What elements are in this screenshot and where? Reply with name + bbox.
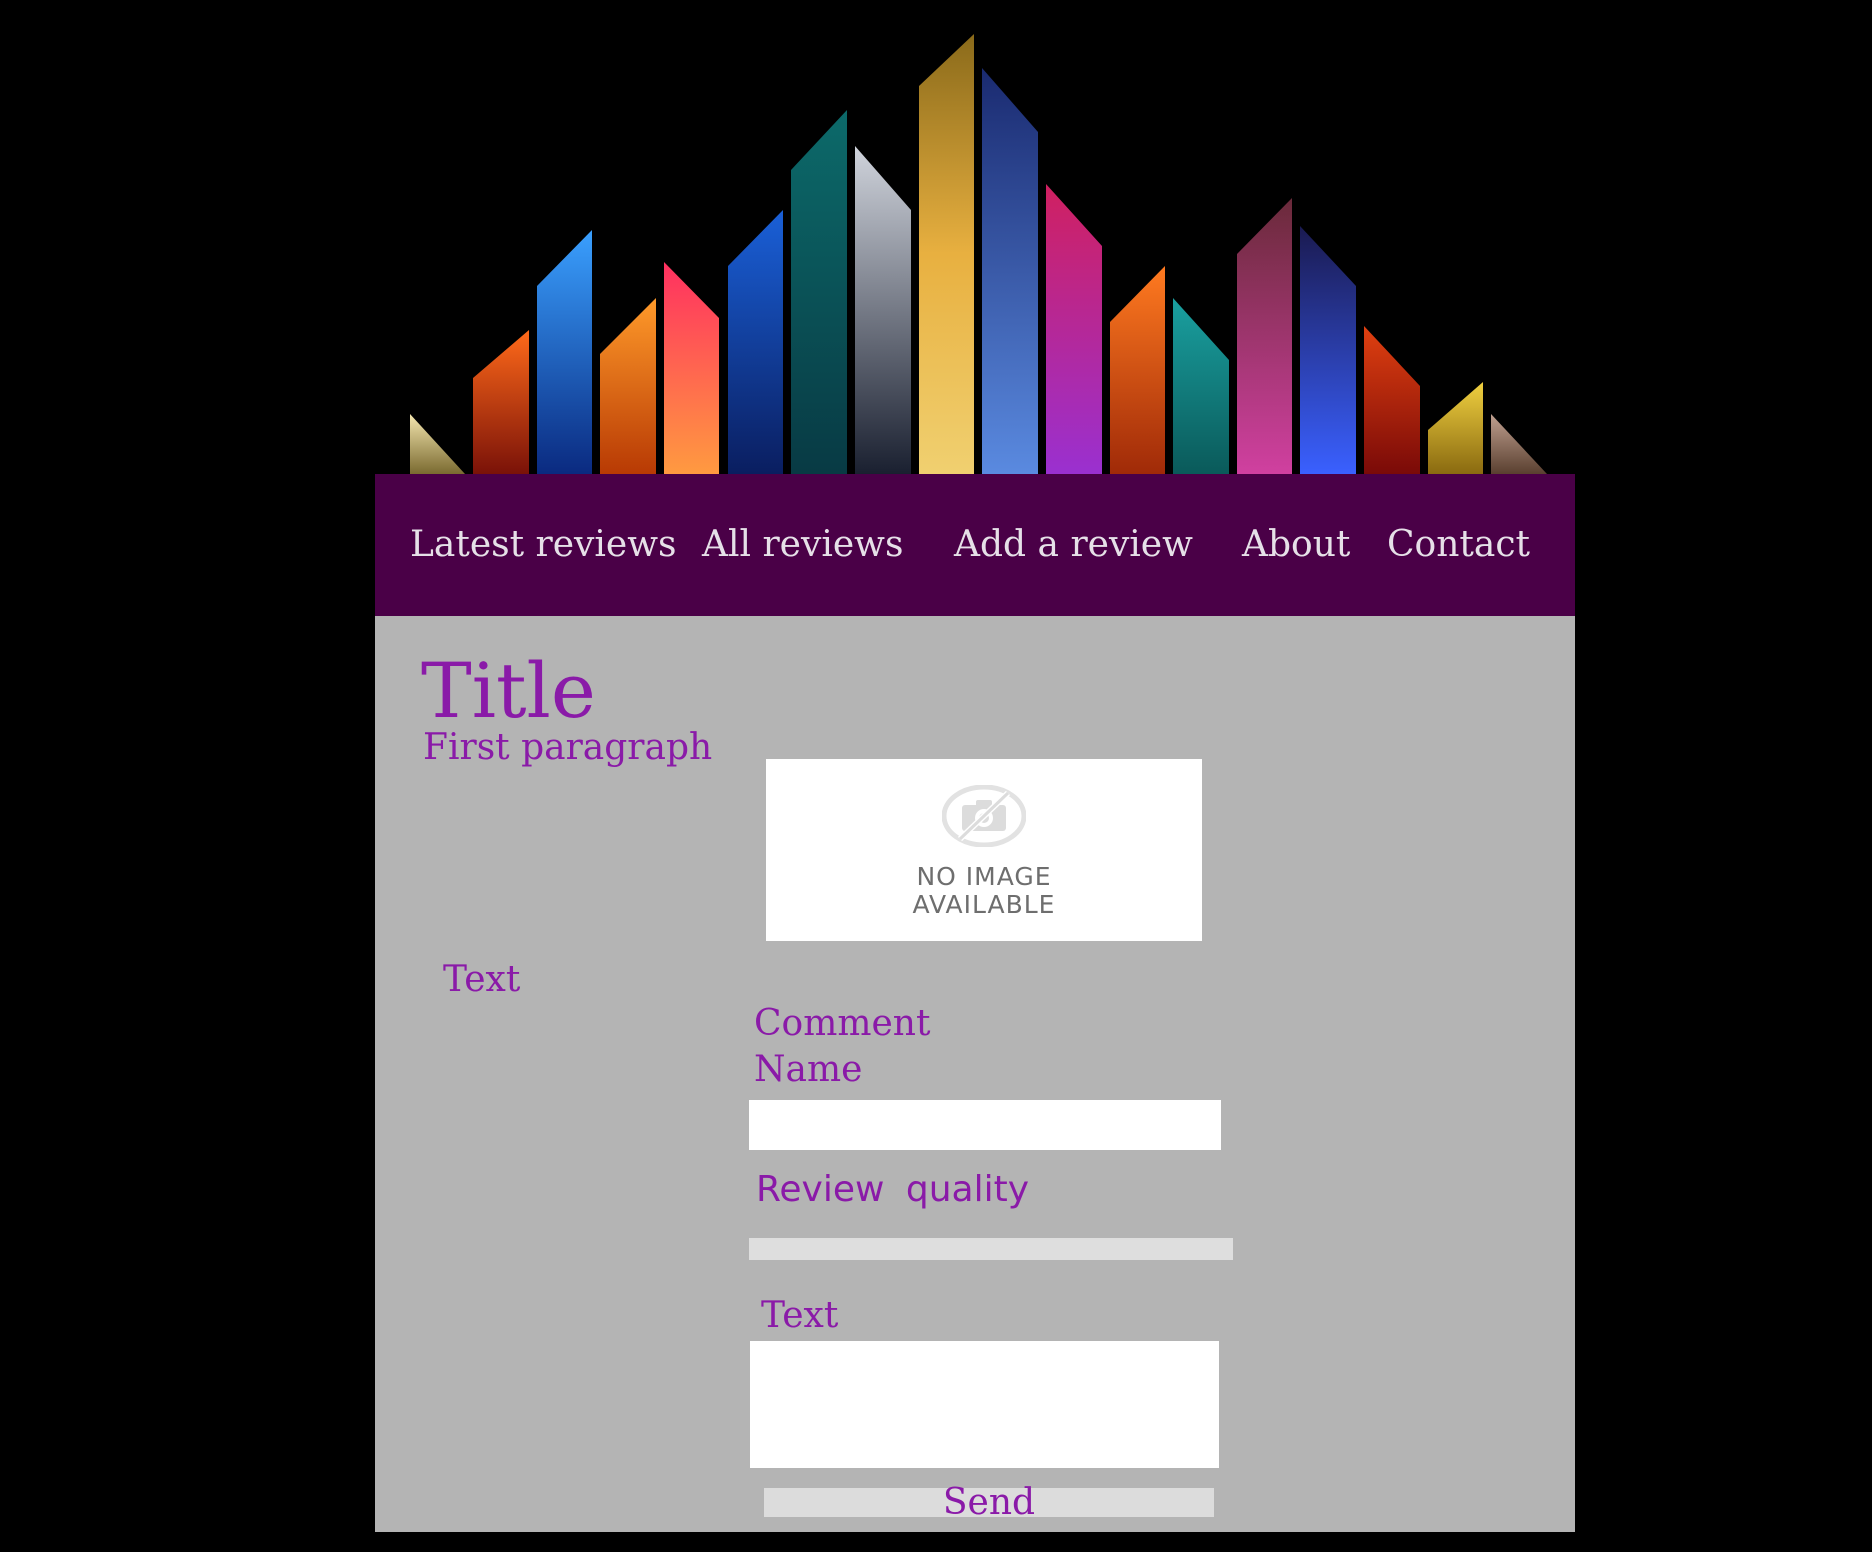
page-title: Title (421, 646, 596, 735)
header-banner (410, 34, 1547, 474)
review-quality-label: Review quality (756, 1169, 1030, 1210)
send-button[interactable]: Send (764, 1485, 1214, 1521)
name-input[interactable] (749, 1100, 1221, 1150)
nav-all-reviews[interactable]: All reviews (702, 474, 903, 616)
name-label: Name (754, 1049, 863, 1090)
text-label: Text (761, 1295, 839, 1336)
main-nav: Latest reviews All reviews Add a review … (375, 474, 1575, 616)
nav-about[interactable]: About (1242, 474, 1350, 616)
nav-latest-reviews[interactable]: Latest reviews (410, 474, 676, 616)
review-image-placeholder: NO IMAGE AVAILABLE (766, 759, 1202, 941)
bottom-divider (0, 1552, 1872, 1556)
review-quality-slider[interactable] (749, 1238, 1233, 1260)
no-image-text-line2: AVAILABLE (912, 890, 1056, 919)
comment-textarea[interactable] (750, 1341, 1219, 1468)
review-body-text: Text (443, 959, 521, 1000)
camera-off-icon (942, 785, 1026, 847)
nav-add-review[interactable]: Add a review (954, 474, 1193, 616)
no-image-text-line1: NO IMAGE (916, 862, 1052, 891)
comment-heading: Comment (754, 1003, 931, 1044)
main-content: Title First paragraph NO IMAGE AVAILABLE… (375, 616, 1575, 1532)
page: Latest reviews All reviews Add a review … (0, 0, 1872, 1556)
first-paragraph: First paragraph (423, 727, 713, 768)
nav-contact[interactable]: Contact (1387, 474, 1530, 616)
